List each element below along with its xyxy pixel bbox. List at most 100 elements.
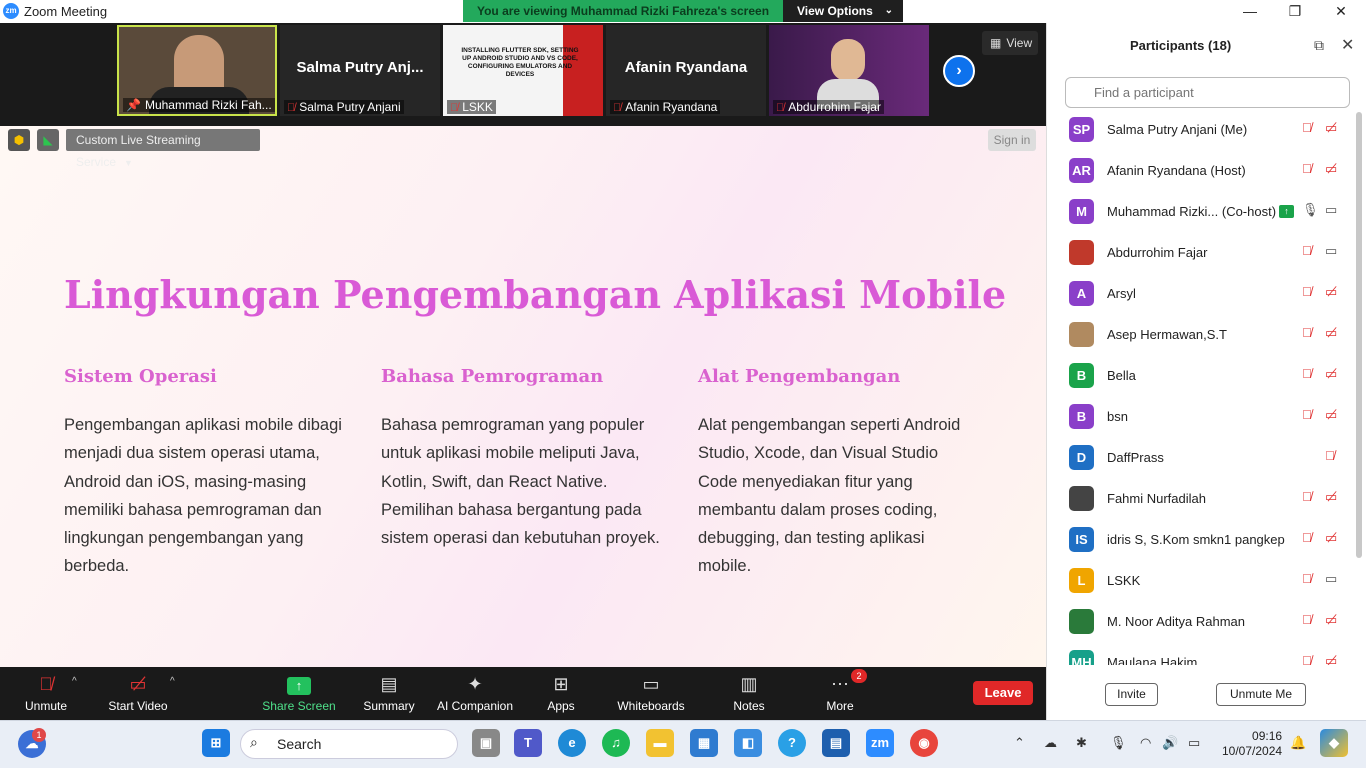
sign-in-button[interactable]: Sign in <box>988 129 1036 151</box>
microphone-icon[interactable]: 🎙 <box>1110 735 1127 751</box>
list-item[interactable]: L LSKK 🎙̸ ▭ <box>1047 561 1353 602</box>
calculator-icon[interactable]: ▦ <box>690 729 718 757</box>
whiteboards-button[interactable]: ▭ Whiteboards <box>612 671 690 713</box>
wifi-icon[interactable]: ◠ <box>1140 735 1151 751</box>
battery-icon[interactable]: ▭ <box>1188 735 1200 751</box>
muted-mic-icon[interactable]: 🎙̸ <box>1302 366 1312 381</box>
muted-mic-icon[interactable]: 🎙̸ <box>1302 407 1312 422</box>
video-icon[interactable]: ▭ <box>1325 243 1337 259</box>
chevron-up-icon[interactable]: ^ <box>72 676 77 687</box>
apps-button[interactable]: ⊞ Apps <box>540 671 582 713</box>
cloud-icon[interactable]: ☁ <box>1044 735 1057 751</box>
file-explorer-icon[interactable]: ▬ <box>646 729 674 757</box>
app-tray-icon[interactable]: ✱ <box>1076 735 1087 751</box>
video-off-icon[interactable]: ▭̸ <box>1325 489 1337 505</box>
share-screen-button[interactable]: ↑ Share Screen <box>262 671 336 713</box>
store-icon[interactable]: ◧ <box>734 729 762 757</box>
leave-button[interactable]: Leave <box>973 681 1033 705</box>
copilot-icon[interactable]: ◆ <box>1320 729 1348 757</box>
video-tile-abdurrohim[interactable]: 🎙̸ Abdurrohim Fajar <box>769 25 929 116</box>
edge-icon[interactable]: e <box>558 729 586 757</box>
muted-mic-icon[interactable]: 🎙̸ <box>1302 489 1312 504</box>
participants-scrollbar[interactable] <box>1356 112 1362 558</box>
muted-mic-icon[interactable]: 🎙̸ <box>1302 161 1312 176</box>
muted-mic-icon[interactable]: 🎙̸ <box>1302 653 1312 665</box>
mic-icon[interactable]: 🎙 <box>1302 202 1319 218</box>
next-page-button[interactable]: › <box>943 55 975 87</box>
notes-button[interactable]: ▥ Notes <box>726 671 772 713</box>
ai-companion-button[interactable]: ✦ AI Companion <box>434 671 516 713</box>
video-icon[interactable]: ▭ <box>1325 202 1337 218</box>
summary-button[interactable]: ▤ Summary <box>358 671 420 713</box>
list-item[interactable]: AR Afanin Ryandana (Host) 🎙̸ ▭̸ <box>1047 151 1353 192</box>
volume-icon[interactable]: 🔊 <box>1162 735 1178 751</box>
muted-mic-icon[interactable]: 🎙̸ <box>1302 571 1312 586</box>
chrome-icon[interactable]: ◉ <box>910 729 938 757</box>
list-item[interactable]: Bbsn 🎙̸ ▭̸ <box>1047 397 1353 438</box>
start-icon[interactable]: ⊞ <box>202 729 230 757</box>
video-tile-label: 🎙̸ Abdurrohim Fajar <box>773 100 884 114</box>
unmute-me-button[interactable]: Unmute Me <box>1216 683 1306 706</box>
video-tile-muhammad[interactable]: 📌 Muhammad Rizki Fah... <box>117 25 277 116</box>
muted-mic-icon[interactable]: 🎙̸ <box>1302 530 1312 545</box>
taskbar-search[interactable]: Search <box>240 729 458 759</box>
muted-mic-icon[interactable]: 🎙̸ <box>1302 284 1312 299</box>
muted-mic-icon[interactable]: 🎙̸ <box>1302 120 1312 135</box>
list-item[interactable]: SP Salma Putry Anjani (Me) 🎙̸ ▭̸ <box>1047 113 1353 151</box>
video-tile-afanin[interactable]: Afanin Ryandana 🎙̸ Afanin Ryandana <box>606 25 766 116</box>
teams-icon[interactable]: T <box>514 729 542 757</box>
video-tile-label: 🎙̸ Afanin Ryandana <box>610 100 721 114</box>
video-off-icon[interactable]: ▭̸ <box>1325 366 1337 382</box>
minimize-button[interactable]: — <box>1227 0 1273 23</box>
list-item[interactable]: Fahmi Nurfadilah 🎙̸ ▭̸ <box>1047 479 1353 520</box>
maximize-button[interactable]: ❐ <box>1272 0 1318 23</box>
list-item[interactable]: M Muhammad Rizki... (Co-host) ↑ 🎙 ▭ <box>1047 192 1353 233</box>
task-view-icon[interactable]: ▣ <box>472 729 500 757</box>
muted-mic-icon[interactable]: 🎙̸ <box>1302 243 1312 258</box>
video-off-icon[interactable]: ▭̸ <box>1325 612 1337 628</box>
chevron-up-icon[interactable]: ^ <box>170 676 175 687</box>
list-item[interactable]: B Bella 🎙̸ ▭̸ <box>1047 356 1353 397</box>
list-item[interactable]: D DaffPrass 🎙̸ <box>1047 438 1353 479</box>
video-off-icon[interactable]: ▭̸ <box>1325 161 1337 177</box>
muted-mic-icon[interactable]: 🎙̸ <box>1325 448 1335 463</box>
video-tile-salma[interactable]: Salma Putry Anj... 🎙̸ Salma Putry Anjani <box>280 25 440 116</box>
view-options-button[interactable]: View Options ⌄ <box>783 0 903 22</box>
help-icon[interactable]: ? <box>778 729 806 757</box>
list-item[interactable]: IS idris S, S.Kom smkn1 pangkep 🎙̸ ▭̸ <box>1047 520 1353 561</box>
list-item[interactable]: MH Maulana Hakim 🎙̸ ▭̸ <box>1047 643 1353 665</box>
close-panel-icon[interactable]: ✕ <box>1341 35 1354 55</box>
participant-search-input[interactable] <box>1065 77 1350 108</box>
invite-button[interactable]: Invite <box>1105 683 1158 706</box>
video-off-icon[interactable]: ▭̸ <box>1325 530 1337 546</box>
signal-icon[interactable]: ◣ <box>37 129 59 151</box>
list-item[interactable]: A Arsyl 🎙̸ ▭̸ <box>1047 274 1353 315</box>
unmute-button[interactable]: 🎙̸ Unmute <box>14 671 78 713</box>
popout-icon[interactable]: ⧉ <box>1314 37 1324 54</box>
chevron-up-icon[interactable]: ⌃ <box>1014 735 1025 751</box>
video-off-icon[interactable]: ▭̸ <box>1325 653 1337 665</box>
video-off-icon[interactable]: ▭̸ <box>1325 325 1337 341</box>
start-video-button[interactable]: ▭̸ Start Video <box>104 671 172 713</box>
window-title: Zoom Meeting <box>24 4 108 19</box>
muted-mic-icon[interactable]: 🎙̸ <box>1302 612 1312 627</box>
video-icon[interactable]: ▭ <box>1325 571 1337 587</box>
muted-mic-icon[interactable]: 🎙̸ <box>1302 325 1312 340</box>
zoom-taskbar-icon[interactable]: zm <box>866 729 894 757</box>
view-button[interactable]: ▦ View <box>982 31 1038 55</box>
spotify-icon[interactable]: ♫ <box>602 729 630 757</box>
list-item[interactable]: Asep Hermawan,S.T 🎙̸ ▭̸ <box>1047 315 1353 356</box>
video-off-icon[interactable]: ▭̸ <box>1325 407 1337 423</box>
list-item[interactable]: Abdurrohim Fajar 🎙̸ ▭ <box>1047 233 1353 274</box>
participant-name: M. Noor Aditya Rahman <box>1107 614 1246 629</box>
shield-icon[interactable]: ⬢ <box>8 129 30 151</box>
taskbar-clock[interactable]: 09:16 10/07/2024 <box>1222 729 1282 759</box>
bell-icon[interactable]: 🔔 <box>1290 735 1306 751</box>
close-window-button[interactable]: ✕ <box>1318 0 1364 23</box>
video-tile-lskk[interactable]: INSTALLING FLUTTER SDK, SETTING UP ANDRO… <box>443 25 603 116</box>
list-item[interactable]: M. Noor Aditya Rahman 🎙̸ ▭̸ <box>1047 602 1353 643</box>
live-streaming-dropdown[interactable]: Custom Live Streaming Service ▼ <box>66 129 260 169</box>
app-icon[interactable]: ▤ <box>822 729 850 757</box>
video-off-icon[interactable]: ▭̸ <box>1325 120 1337 136</box>
video-off-icon[interactable]: ▭̸ <box>1325 284 1337 300</box>
